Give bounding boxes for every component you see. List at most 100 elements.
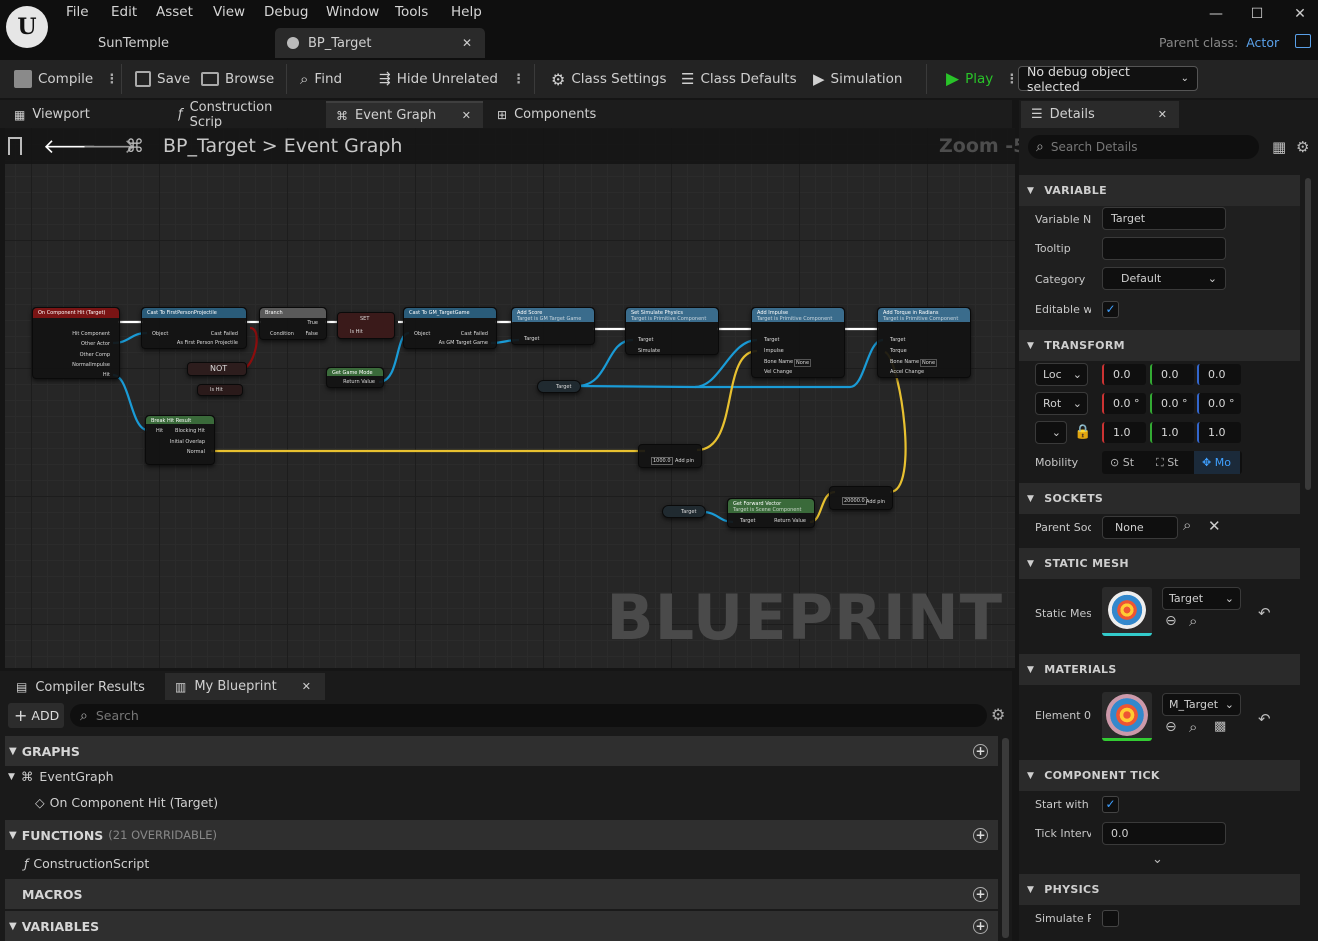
node-get-target[interactable]: Target bbox=[537, 380, 581, 393]
menu-window[interactable]: Window bbox=[326, 4, 379, 20]
node-add-torque[interactable]: Add Torque in Radians Target is Primitive… bbox=[877, 307, 971, 378]
hide-unrelated-button[interactable]: ⇶ Hide Unrelated ⋮ bbox=[379, 60, 525, 98]
node-break-hit-result[interactable]: Break Hit Result Hit Blocking Hit Initia… bbox=[145, 415, 215, 465]
class-defaults-button[interactable]: ☰ Class Defaults bbox=[681, 60, 797, 98]
details-scrollbar[interactable] bbox=[1305, 178, 1311, 490]
location-y[interactable]: 0.0 bbox=[1150, 364, 1194, 385]
section-physics[interactable]: ▼ PHYSICS bbox=[1019, 874, 1300, 905]
tab-compiler-results[interactable]: ▤ Compiler Results bbox=[16, 676, 145, 698]
section-variable[interactable]: ▼ VARIABLE bbox=[1019, 175, 1300, 206]
node-set-simulate-physics[interactable]: Set Simulate Physics Target is Primitive … bbox=[625, 307, 719, 355]
material-thumbnail[interactable] bbox=[1102, 692, 1152, 741]
lock-icon[interactable]: 🔒 bbox=[1074, 424, 1091, 440]
save-button[interactable]: Save bbox=[135, 60, 190, 98]
menu-view[interactable]: View bbox=[213, 4, 245, 20]
browse-search-icon[interactable]: ⌕ bbox=[1189, 718, 1197, 736]
tab-suntemple[interactable]: SunTemple bbox=[98, 28, 169, 58]
section-transform[interactable]: ▼ TRANSFORM bbox=[1019, 330, 1300, 361]
reset-arrow-icon[interactable]: ↶ bbox=[1258, 710, 1271, 728]
node-get-game-mode[interactable]: Get Game Mode Return Value bbox=[326, 367, 384, 388]
tree-construction-script[interactable]: ƒ ConstructionScript bbox=[24, 856, 149, 871]
my-blueprint-search[interactable]: ⌕ Search bbox=[70, 704, 987, 727]
tab-viewport[interactable]: ▦ Viewport bbox=[14, 101, 90, 128]
node-multiply-impulse[interactable]: 1000.0 Add pin bbox=[638, 444, 702, 468]
tab-components[interactable]: ⊞ Components bbox=[497, 101, 596, 128]
start-tick-checkbox[interactable]: ✓ bbox=[1102, 796, 1119, 813]
location-z[interactable]: 0.0 bbox=[1197, 364, 1241, 385]
table-view-icon[interactable]: ▦ bbox=[1272, 138, 1286, 156]
browse-button[interactable]: Browse bbox=[201, 60, 274, 98]
node-add-score[interactable]: Add Score Target is GM Target Game Target bbox=[511, 307, 595, 345]
mobility-movable[interactable]: ✥ Mo bbox=[1194, 451, 1240, 474]
node-add-impulse[interactable]: Add Impulse Target is Primitive Component… bbox=[751, 307, 845, 378]
mobility-static[interactable]: ⊙ St bbox=[1102, 456, 1148, 469]
section-materials[interactable]: ▼ MATERIALS bbox=[1019, 654, 1300, 685]
scale-y[interactable]: 1.0 bbox=[1150, 422, 1194, 443]
details-search[interactable]: ⌕ Search Details bbox=[1028, 135, 1259, 159]
clear-icon[interactable]: ✕ bbox=[1208, 517, 1221, 535]
event-graph-canvas[interactable]: On Component Hit (Target) Hit Component … bbox=[5, 128, 1015, 668]
section-functions[interactable]: ▼ FUNCTIONS (21 OVERRIDABLE) + bbox=[5, 820, 998, 850]
minimize-icon[interactable]: — bbox=[1206, 6, 1226, 26]
reset-arrow-icon[interactable]: ↶ bbox=[1258, 604, 1271, 622]
rotation-mode-select[interactable]: Rot ⌄ bbox=[1035, 392, 1088, 415]
node-not[interactable]: NOT bbox=[187, 362, 247, 376]
node-branch[interactable]: Branch Condition True False bbox=[259, 307, 327, 340]
settings-gear-icon[interactable]: ⚙ bbox=[991, 705, 1005, 724]
tab-bp-target[interactable]: BP_Target ✕ bbox=[275, 28, 485, 58]
section-graphs[interactable]: ▼ GRAPHS + bbox=[5, 736, 998, 766]
menu-help[interactable]: Help bbox=[451, 4, 482, 20]
tab-details[interactable]: ☰ Details ✕ bbox=[1021, 101, 1179, 128]
menu-file[interactable]: File bbox=[66, 4, 89, 20]
add-graph-icon[interactable]: + bbox=[973, 743, 988, 759]
editable-checkbox[interactable]: ✓ bbox=[1102, 301, 1119, 318]
breadcrumb-root[interactable]: BP_Target bbox=[163, 135, 256, 157]
compile-button[interactable]: Compile ⋮ bbox=[14, 60, 118, 98]
debug-object-select[interactable]: No debug object selected ⌄ bbox=[1018, 64, 1198, 94]
tab-construction-script[interactable]: ƒ Construction Scrip bbox=[178, 101, 298, 128]
add-variable-icon[interactable]: + bbox=[973, 918, 988, 934]
material-select[interactable]: M_Target ⌄ bbox=[1162, 693, 1241, 716]
play-button[interactable]: ▶ Play ⋮ bbox=[946, 60, 1018, 98]
node-cast-gm-target-game[interactable]: Cast To GM_TargetGame Object Cast Failed… bbox=[403, 307, 497, 349]
category-select[interactable]: Default ⌄ bbox=[1102, 267, 1226, 290]
search-icon[interactable]: ⌕ bbox=[1183, 516, 1191, 534]
more-icon[interactable]: ⋮ bbox=[105, 72, 118, 87]
tab-my-blueprint[interactable]: ▥ My Blueprint ✕ bbox=[165, 673, 325, 700]
more-icon[interactable]: ⋮ bbox=[512, 72, 525, 87]
class-settings-button[interactable]: ⚙ Class Settings bbox=[551, 60, 667, 98]
rotation-x[interactable]: 0.0 ° bbox=[1102, 393, 1146, 414]
add-button[interactable]: + ADD bbox=[8, 703, 64, 728]
use-selected-icon[interactable]: ⊖ bbox=[1165, 613, 1177, 629]
mobility-toggle[interactable]: ⊙ St ⛶ St ✥ Mo bbox=[1102, 451, 1242, 474]
section-static-mesh[interactable]: ▼ STATIC MESH bbox=[1019, 548, 1300, 579]
unreal-logo[interactable]: U bbox=[6, 6, 48, 48]
maximize-icon[interactable]: ☐ bbox=[1247, 6, 1267, 26]
menu-tools[interactable]: Tools bbox=[395, 4, 428, 20]
scale-z[interactable]: 1.0 bbox=[1197, 422, 1241, 443]
variable-name-input[interactable]: Target bbox=[1102, 207, 1226, 230]
static-mesh-thumbnail[interactable] bbox=[1102, 587, 1152, 636]
static-mesh-select[interactable]: Target ⌄ bbox=[1162, 587, 1241, 610]
scrollbar[interactable] bbox=[1002, 738, 1009, 938]
add-function-icon[interactable]: + bbox=[973, 827, 988, 843]
tooltip-input[interactable] bbox=[1102, 237, 1226, 260]
menu-asset[interactable]: Asset bbox=[156, 4, 193, 20]
parent-socket-input[interactable]: None bbox=[1102, 516, 1178, 539]
tree-eventgraph[interactable]: ▼ ⌘ EventGraph bbox=[8, 769, 114, 784]
rotation-y[interactable]: 0.0 ° bbox=[1150, 393, 1194, 414]
rotation-z[interactable]: 0.0 ° bbox=[1197, 393, 1241, 414]
menu-edit[interactable]: Edit bbox=[111, 4, 137, 20]
section-component-tick[interactable]: ▼ COMPONENT TICK bbox=[1019, 760, 1300, 791]
location-mode-select[interactable]: Loc ⌄ bbox=[1035, 363, 1088, 386]
menu-debug[interactable]: Debug bbox=[264, 4, 308, 20]
mobility-stationary[interactable]: ⛶ St bbox=[1148, 456, 1194, 470]
tab-event-graph[interactable]: ⌘ Event Graph ✕ bbox=[326, 101, 483, 128]
node-set-is-hit[interactable]: SET Is Hit bbox=[337, 312, 395, 339]
find-button[interactable]: ⌕ Find bbox=[300, 60, 342, 98]
close-icon[interactable]: ✕ bbox=[302, 680, 311, 693]
simulate-physics-checkbox[interactable] bbox=[1102, 910, 1119, 927]
close-icon[interactable]: ✕ bbox=[462, 36, 472, 50]
section-variables[interactable]: ▼ VARIABLES + bbox=[5, 911, 998, 941]
close-window-icon[interactable]: ✕ bbox=[1290, 6, 1310, 26]
